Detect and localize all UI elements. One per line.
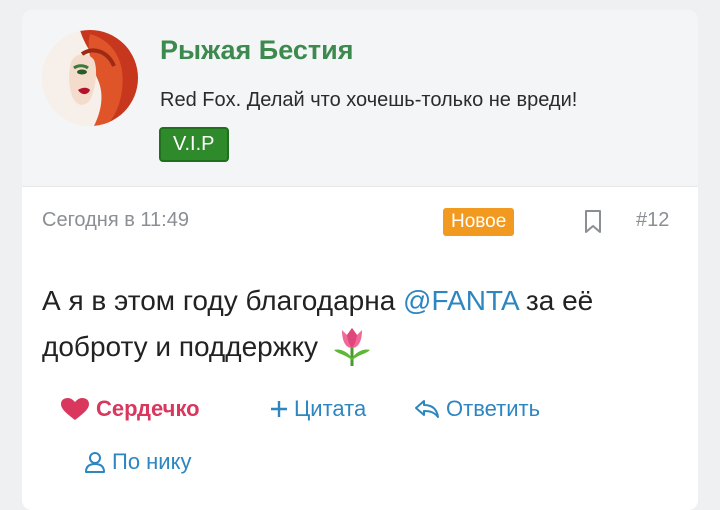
- new-badge: Новое: [443, 208, 515, 236]
- vip-badge: V.I.P: [159, 127, 229, 162]
- user-icon: [85, 452, 105, 473]
- quote-label: Цитата: [294, 396, 367, 421]
- author-status: Red Fox. Делай что хочешь-только не вред…: [160, 89, 578, 111]
- heart-icon: [61, 398, 89, 420]
- avatar[interactable]: [42, 30, 138, 126]
- reply-button[interactable]: Ответить: [414, 396, 540, 422]
- heart-button[interactable]: Сердечко: [60, 396, 200, 422]
- mention-link[interactable]: @FANTA: [403, 285, 518, 316]
- post-date[interactable]: Сегодня в 11:49: [42, 209, 189, 232]
- reply-icon: [415, 400, 439, 418]
- post-body: А я в этом году благодарна @FANTA за её …: [42, 278, 682, 370]
- author-name[interactable]: Рыжая Бестия: [160, 35, 353, 66]
- post-number[interactable]: #12: [636, 209, 669, 232]
- quote-button[interactable]: Цитата: [270, 396, 366, 422]
- bookmark-icon[interactable]: [583, 209, 603, 235]
- plus-icon: [271, 401, 287, 417]
- post-text-start: А я в этом году благодарна: [42, 285, 404, 316]
- tulip-icon: [330, 324, 374, 366]
- heart-label: Сердечко: [96, 396, 200, 421]
- post-card: Рыжая Бестия Red Fox. Делай что хочешь-т…: [22, 10, 698, 510]
- by-nick-label: По нику: [112, 449, 192, 474]
- author-panel: Рыжая Бестия Red Fox. Делай что хочешь-т…: [22, 10, 698, 187]
- by-nick-button[interactable]: По нику: [84, 449, 191, 475]
- reply-label: Ответить: [446, 396, 541, 421]
